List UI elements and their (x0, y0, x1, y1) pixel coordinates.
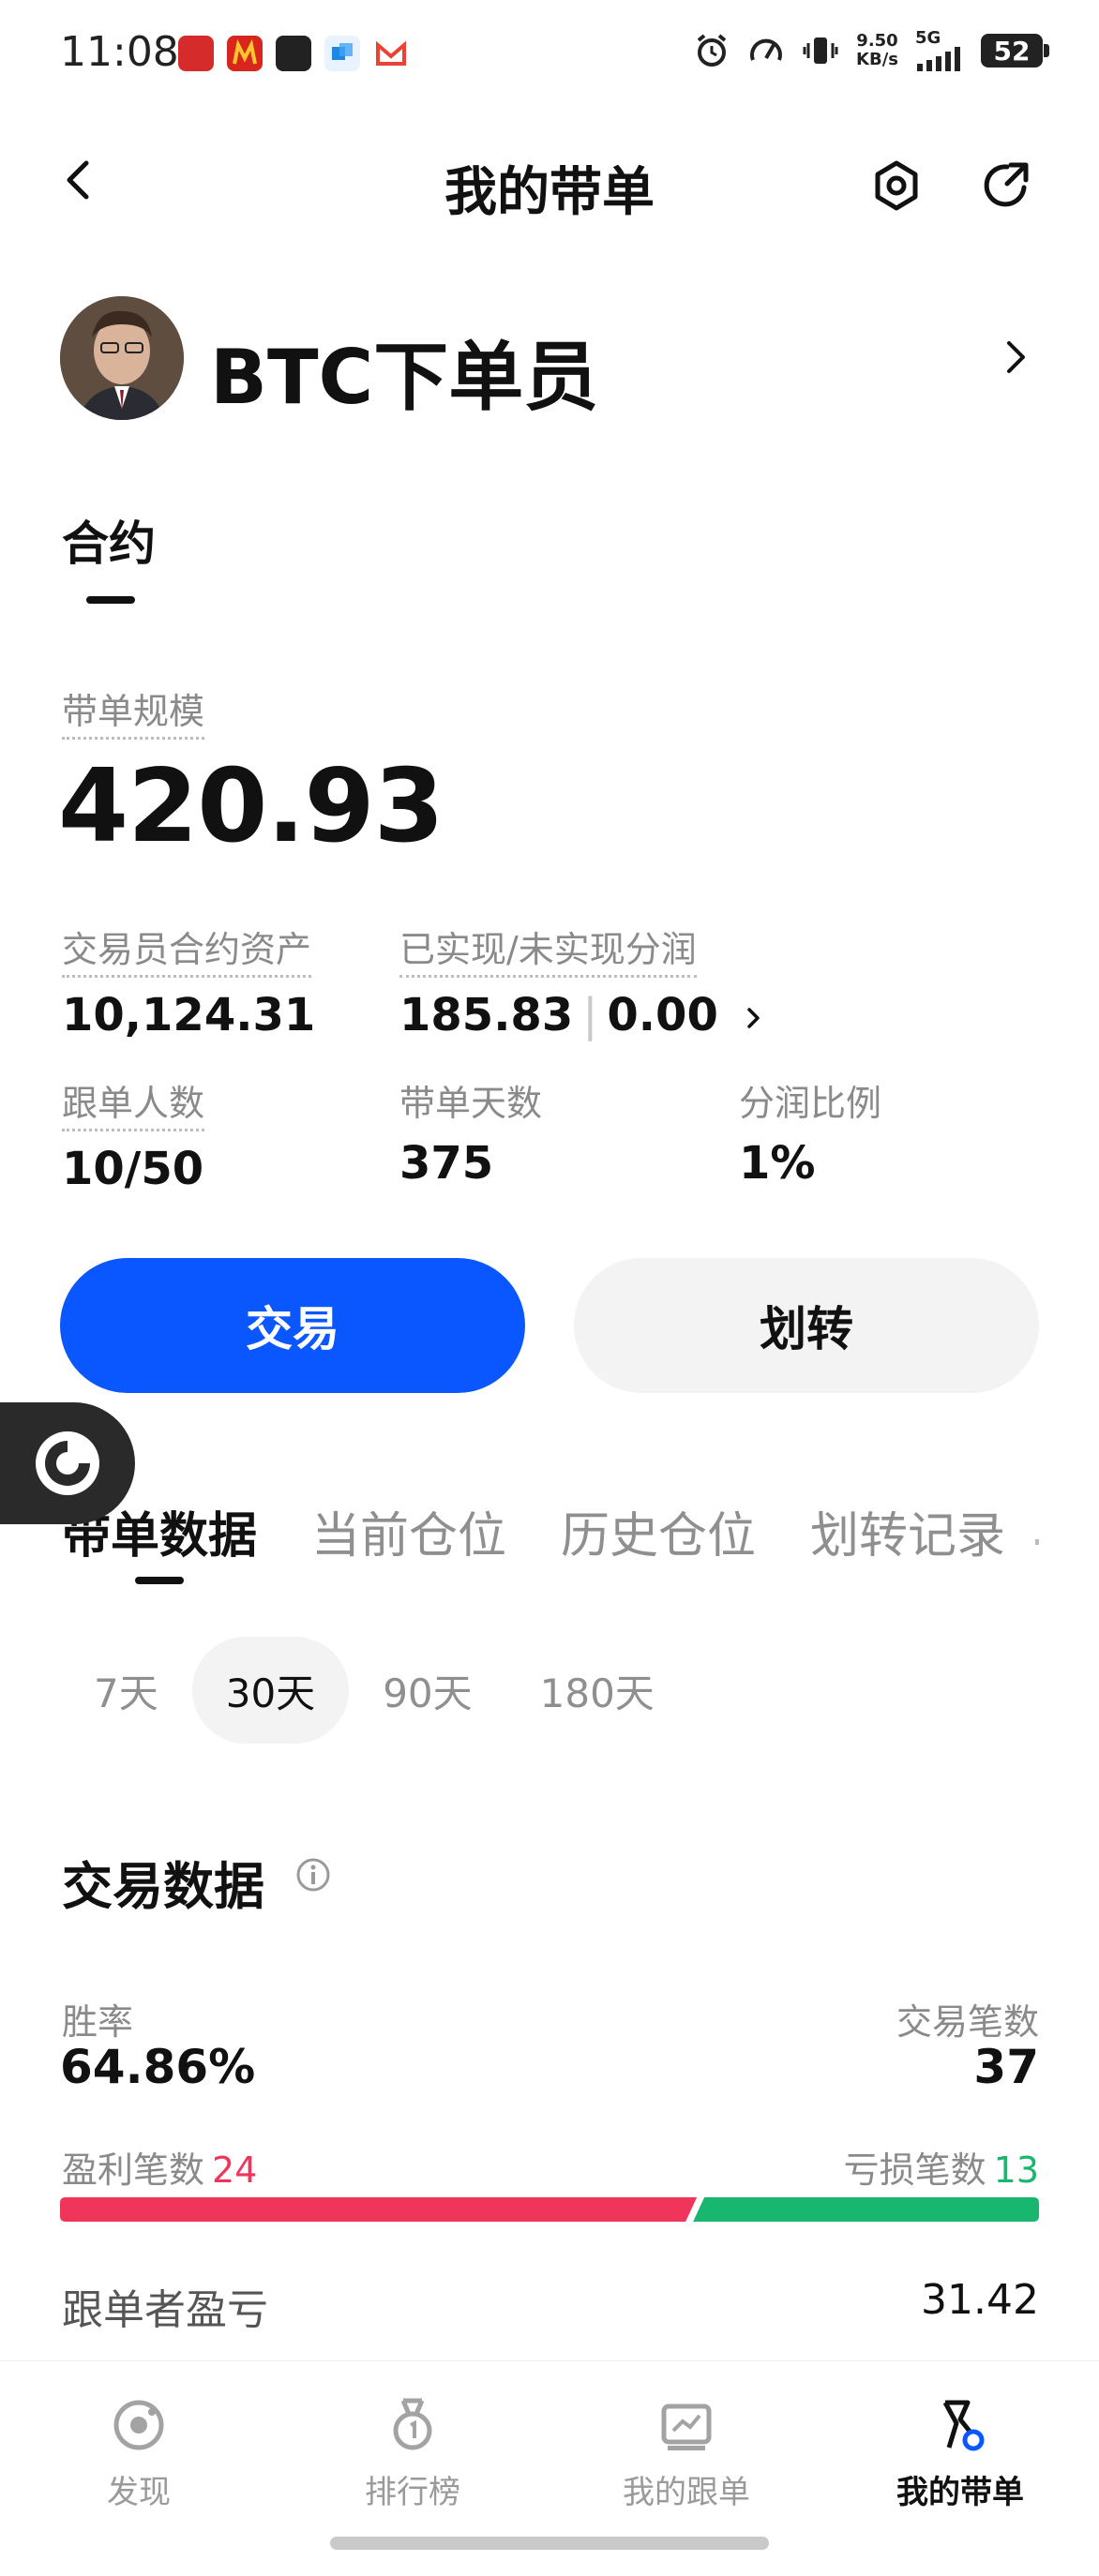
status-app-icons (178, 36, 409, 71)
trader-name: BTC下单员 (210, 334, 599, 421)
nav-label: 发现 (107, 2474, 171, 2511)
speedometer-icon (750, 38, 783, 61)
stat-value: 10/50 (62, 1143, 204, 1195)
my-follow-chart-icon (661, 2404, 712, 2450)
unrealized-profit: 0.00 (607, 989, 718, 1041)
trade-data-title: 交易数据 (62, 1857, 264, 1916)
period-7d[interactable]: 7天 (60, 1637, 192, 1744)
stat-value: 10,124.31 (62, 989, 316, 1041)
stat-label[interactable]: 跟单人数 (62, 1074, 205, 1131)
stat-profit-share[interactable]: 已实现/未实现分润 185.83 | 0.00 (399, 921, 768, 1041)
stat-value: 375 (399, 1137, 494, 1190)
tab-history-positions[interactable]: 历史仓位 (561, 1496, 756, 1571)
loss-trades-count: 13 (993, 2149, 1039, 2191)
tab-overflow-indicator (1035, 1539, 1039, 1545)
nav-label: 排行榜 (365, 2474, 460, 2511)
lead-scale-label-text: 带单规模 (62, 682, 205, 740)
period-30d[interactable]: 30天 (191, 1637, 350, 1744)
stat-label[interactable]: 交易员合约资产 (62, 921, 312, 978)
tab-current-positions[interactable]: 当前仓位 (311, 1496, 506, 1571)
profit-trades-text: 盈利笔数 (62, 2149, 205, 2191)
realized-profit: 185.83 (399, 989, 574, 1041)
share-icon[interactable] (979, 157, 1035, 214)
tab-transfer-records[interactable]: 划转记录 (810, 1496, 1005, 1571)
settings-hex-icon[interactable] (868, 157, 925, 214)
app-notification-icon (178, 36, 214, 71)
win-loss-ratio-bar (60, 2197, 1039, 2222)
lead-scale-value: 420.93 (58, 748, 444, 865)
loss-trades-label: 亏损笔数 13 (844, 2141, 1039, 2193)
stat-label: 带单天数 (399, 1083, 543, 1124)
stat-lead-days: 带单天数 375 (399, 1074, 542, 1190)
mcdonalds-icon (227, 36, 263, 71)
lead-scale-label[interactable]: 带单规模 (62, 682, 205, 740)
avatar (60, 296, 184, 420)
page-title: 我的带单 (444, 162, 655, 223)
nav-label: 我的跟单 (623, 2474, 750, 2511)
vibrate-icon (803, 37, 838, 64)
stat-followers: 跟单人数 10/50 (62, 1074, 205, 1195)
stat-share-ratio: 分润比例 1% (739, 1074, 881, 1190)
network-type: 5G (915, 28, 941, 48)
net-speed: 9.50 KB/s (856, 32, 898, 69)
status-indicators: 9.50 KB/s 5G 52 (693, 30, 1049, 71)
transfer-button[interactable]: 划转 (574, 1258, 1039, 1393)
win-rate-value: 64.86% (60, 2040, 256, 2094)
net-speed-value: 9.50 (856, 31, 898, 51)
profit-trades-label: 盈利笔数 24 (62, 2141, 257, 2193)
assistant-logo-icon (36, 1431, 99, 1495)
nav-label: 我的带单 (896, 2474, 1024, 2511)
loss-trades-text: 亏损笔数 (843, 2149, 986, 2191)
stat-trader-assets: 交易员合约资产 10,124.31 (62, 921, 315, 1041)
period-selector: 7天 30天 90天 180天 (60, 1637, 688, 1744)
follower-pnl-label: 跟单者盈亏 (62, 2286, 268, 2334)
my-lead-flag-icon (942, 2400, 985, 2451)
trade-button[interactable]: 交易 (60, 1258, 525, 1393)
chevron-right-icon (1007, 341, 1025, 373)
signal: 5G (915, 30, 964, 71)
net-speed-unit: KB/s (856, 50, 898, 69)
status-time: 11:08 (60, 28, 179, 76)
trade-count-value: 37 (973, 2040, 1039, 2094)
data-tab-indicator (135, 1577, 184, 1584)
stat-value: 1% (739, 1137, 816, 1190)
home-indicator (330, 2537, 769, 2550)
nav-ranking[interactable]: 排行榜 (319, 2395, 506, 2512)
page-header: 我的带单 (0, 131, 1099, 234)
tab-contract-indicator (86, 596, 135, 604)
value-separator: | (582, 989, 598, 1041)
profit-bar-segment (60, 2197, 698, 2222)
app-square-icon (276, 36, 311, 71)
chevron-right-icon (746, 1008, 760, 1028)
discover-icon (113, 2400, 164, 2450)
battery-indicator: 52 (981, 34, 1049, 67)
floating-assistant-button[interactable] (0, 1402, 135, 1524)
loss-bar-segment (693, 2197, 1039, 2222)
win-rate-label: 胜率 (62, 2001, 134, 2043)
data-tabs: 带单数据 当前仓位 历史仓位 划转记录 (62, 1496, 1039, 1571)
stat-value: 185.83 | 0.00 (399, 989, 768, 1041)
profit-trades-count: 24 (212, 2149, 258, 2191)
nav-discover[interactable]: 发现 (45, 2395, 233, 2512)
nav-my-lead[interactable]: 我的带单 (866, 2395, 1054, 2512)
trader-profile-row[interactable]: BTC下单员 (60, 296, 1039, 422)
signal-bars-icon (917, 47, 960, 71)
period-180d[interactable]: 180天 (506, 1637, 688, 1744)
app-blue-icon (324, 36, 360, 71)
stat-label: 分润比例 (739, 1083, 882, 1124)
stat-label[interactable]: 已实现/未实现分润 (399, 921, 697, 978)
status-bar: 11:08 9.50 KB/s 5G 52 (0, 0, 1099, 111)
gmail-icon (373, 36, 409, 71)
period-90d[interactable]: 90天 (349, 1637, 505, 1744)
ranking-medal-icon (393, 2398, 432, 2450)
tab-contract[interactable]: 合约 (62, 506, 156, 574)
follower-pnl-value: 31.42 (921, 2276, 1039, 2324)
info-icon[interactable] (294, 1856, 332, 1894)
trade-count-label: 交易笔数 (896, 2001, 1039, 2043)
alarm-icon (697, 34, 727, 67)
nav-my-follow[interactable]: 我的跟单 (593, 2395, 780, 2512)
